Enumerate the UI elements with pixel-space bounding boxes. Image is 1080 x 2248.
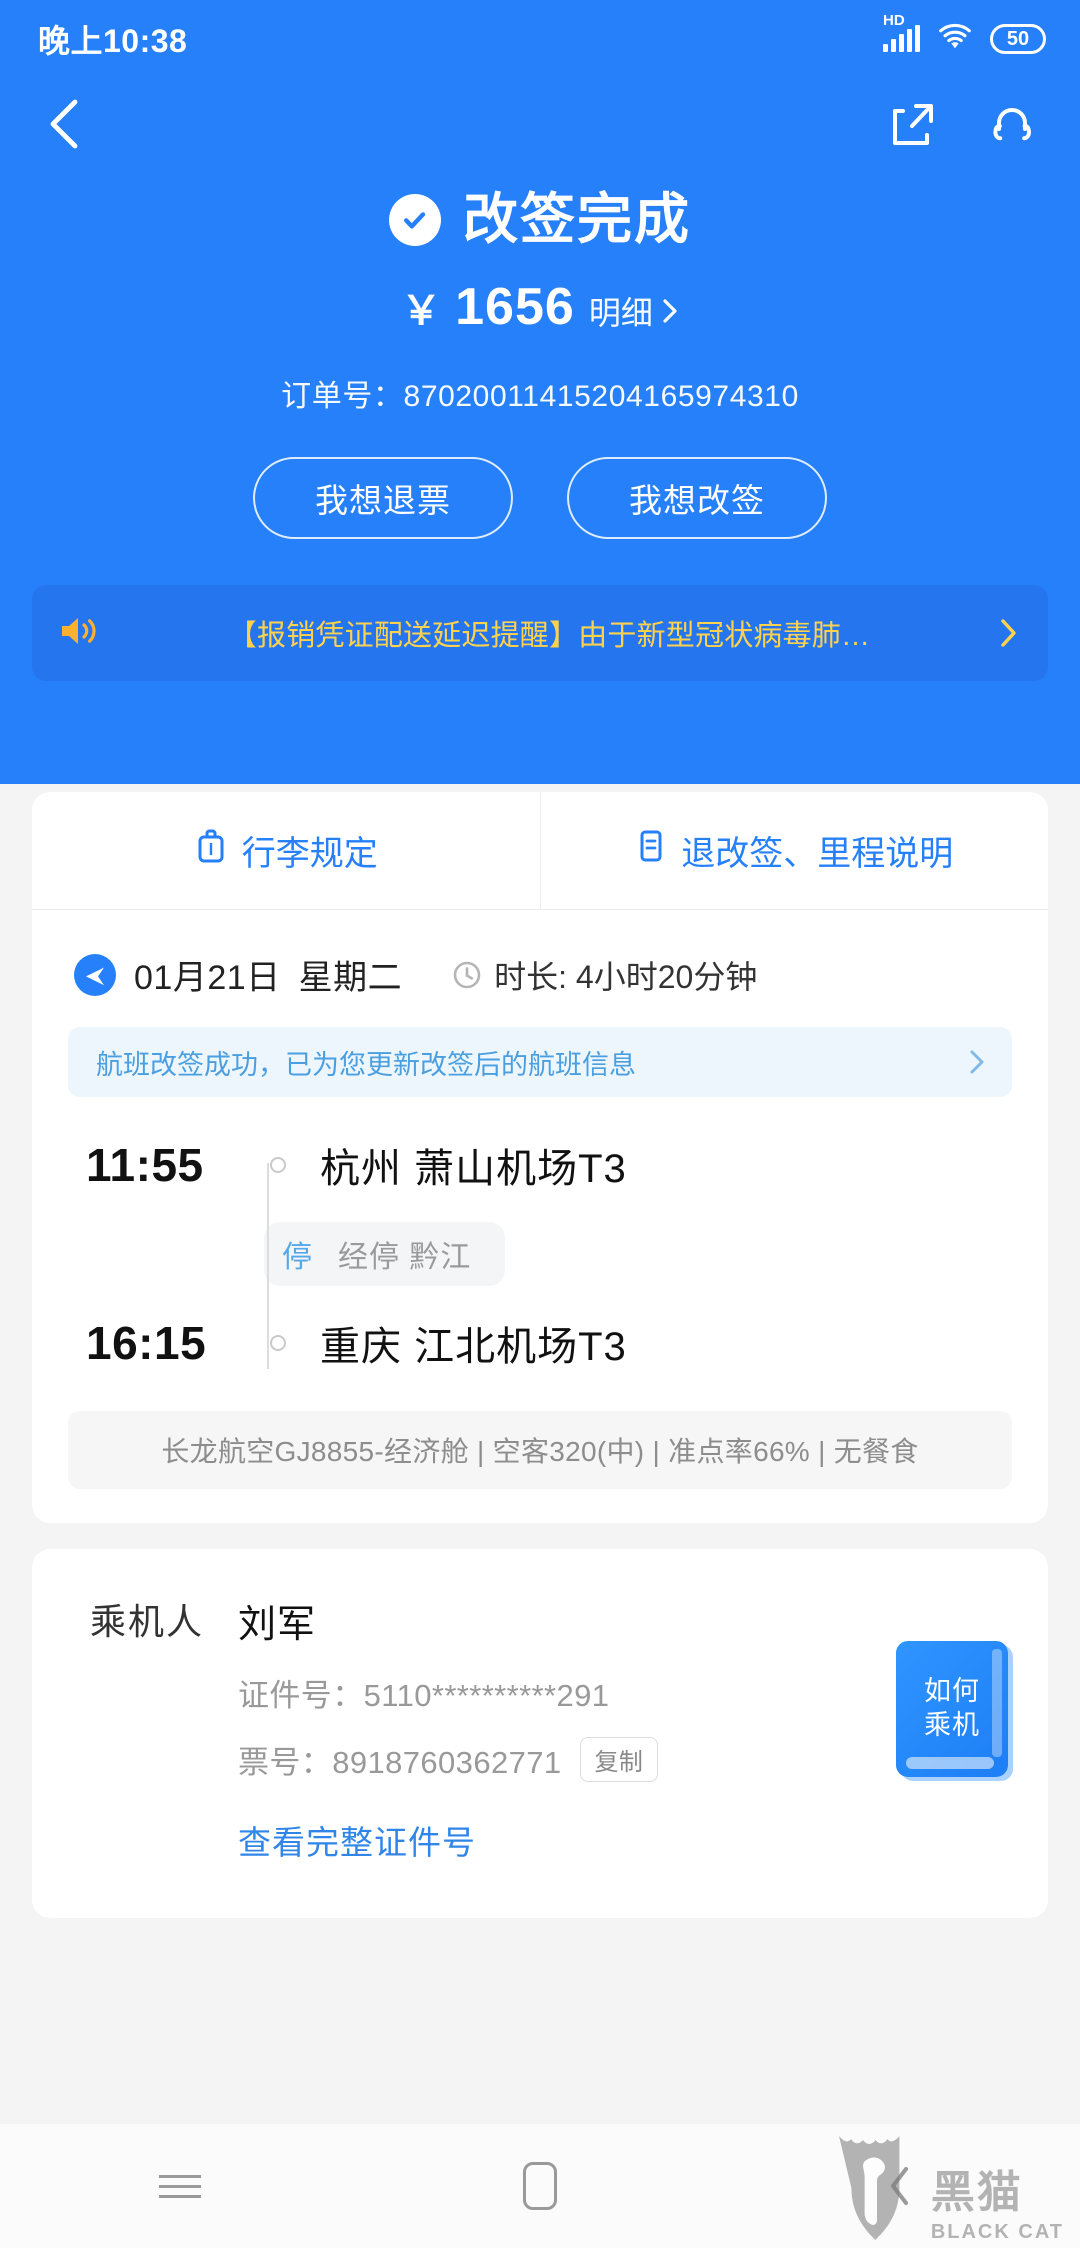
document-icon — [635, 827, 667, 874]
passenger-ticket-number: 票号：8918760362771 — [238, 1745, 562, 1780]
luggage-icon — [194, 827, 228, 874]
app-root: 晚上10:38 HD 50 改签完成 ￥ 1656 明细 订单号：8702001… — [0, 0, 1080, 2248]
arrive-time: 16:15 — [86, 1317, 207, 1369]
notice-banner-text: 【报销凭证配送延迟提醒】由于新型冠状病毒肺… — [227, 620, 871, 652]
stopover-chip: 停 经停 黔江 — [264, 1222, 506, 1286]
arrive-row: 16:15 重庆 江北机场T3 — [32, 1297, 1048, 1389]
tab-baggage-label: 行李规定 — [241, 835, 378, 873]
depart-airport: 萧山机场T3 — [414, 1147, 627, 1191]
chevron-right-icon — [1001, 619, 1016, 647]
flight-weekday: 星期二 — [298, 959, 403, 997]
tab-baggage-rules[interactable]: 行李规定 — [32, 792, 540, 909]
rebook-notice[interactable]: 航班改签成功，已为您更新改签后的航班信息 — [68, 1027, 1012, 1097]
status-icon-group: HD 50 — [883, 12, 1046, 56]
itinerary: 11:55 杭州 萧山机场T3 停 经停 黔江 16:15 重庆 江北机场T3 — [32, 1097, 1048, 1389]
currency-symbol: ￥ — [401, 289, 442, 333]
flight-card: 行李规定 退改签、里程说明 01月21日 星期二 时长: 4小时20分钟 航班改… — [32, 792, 1048, 1523]
battery-level: 50 — [1006, 27, 1030, 50]
refund-button[interactable]: 我想退票 — [253, 457, 513, 539]
stopover-text: 经停 黔江 — [338, 1241, 472, 1274]
hero-section: 改签完成 ￥ 1656 明细 订单号：870200114152041659743… — [0, 170, 1080, 681]
hd-label: HD — [883, 12, 905, 29]
passenger-id: 证件号：5110**********291 — [238, 1678, 610, 1713]
stopover-tag: 停 — [282, 1241, 312, 1274]
passenger-name: 刘军 — [238, 1604, 317, 1646]
passenger-card: 乘机人 刘军 证件号：5110**********291 票号：89187603… — [32, 1549, 1048, 1918]
flight-date-row: 01月21日 星期二 时长: 4小时20分钟 — [32, 910, 1048, 999]
view-full-id-link[interactable]: 查看完整证件号 — [238, 1816, 1048, 1864]
flight-duration-label: 时长: 4小时20分钟 — [494, 958, 758, 995]
arrive-airport: 江北机场T3 — [414, 1325, 627, 1369]
depart-city: 杭州 萧山机场T3 — [320, 1136, 627, 1194]
how-to-board-text: 如何 乘机 — [896, 1641, 1008, 1777]
price-detail-link[interactable]: 明细 — [589, 288, 679, 334]
status-bar: 晚上10:38 HD 50 — [0, 0, 1080, 78]
plane-icon — [74, 953, 116, 996]
passenger-label: 乘机人 — [90, 1601, 205, 1642]
notice-banner[interactable]: 【报销凭证配送延迟提醒】由于新型冠状病毒肺… — [32, 585, 1048, 681]
card-tabs: 行李规定 退改签、里程说明 — [32, 792, 1048, 910]
arrive-dot — [236, 1335, 320, 1351]
battery-icon: 50 — [990, 24, 1046, 54]
flight-meta: 长龙航空GJ8855-经济舱 | 空客320(中) | 准点率66% | 无餐食 — [68, 1411, 1012, 1489]
signal-bars-icon: HD — [883, 12, 920, 52]
support-button[interactable] — [984, 96, 1040, 152]
nav-bar — [0, 78, 1080, 170]
rebook-notice-text: 航班改签成功，已为您更新改签后的航班信息 — [96, 1049, 636, 1080]
chevron-right-icon — [663, 299, 677, 323]
order-number-label: 订单号： — [281, 380, 404, 413]
depart-row: 11:55 杭州 萧山机场T3 — [32, 1119, 1048, 1211]
watermark-en: BLACK CAT — [930, 2221, 1064, 2243]
content-sheet: 行李规定 退改签、里程说明 01月21日 星期二 时长: 4小时20分钟 航班改… — [0, 784, 1080, 2248]
copy-button[interactable]: 复制 — [579, 1737, 659, 1782]
depart-city-name: 杭州 — [320, 1147, 402, 1191]
tab-refund-label: 退改签、里程说明 — [681, 835, 954, 873]
hamburger-menu-icon — [159, 2168, 201, 2205]
speaker-icon — [58, 612, 100, 655]
watermark-cn: 黑猫 — [930, 2168, 1023, 2217]
price-amount: 1656 — [455, 278, 575, 336]
black-cat-logo-icon — [838, 2136, 900, 2240]
stopover-row: 停 经停 黔江 — [32, 1211, 1048, 1297]
system-nav-bar: 黑猫 BLACK CAT — [0, 2124, 1080, 2248]
page-title-row: 改签完成 — [0, 192, 1080, 247]
share-button[interactable] — [884, 96, 940, 152]
back-button[interactable] — [36, 96, 92, 152]
nav-home-button[interactable] — [360, 2162, 720, 2210]
tab-refund-rules[interactable]: 退改签、里程说明 — [539, 792, 1049, 909]
depart-time: 11:55 — [86, 1139, 204, 1191]
price-detail-label: 明细 — [588, 295, 653, 331]
order-number-row: 订单号：87020011415204165974310 — [0, 371, 1080, 415]
price-row: ￥ 1656 明细 — [0, 277, 1080, 337]
how-to-board-line1: 如何 — [924, 1676, 980, 1707]
status-time: 晚上10:38 — [38, 23, 188, 59]
flight-date: 01月21日 — [134, 959, 281, 997]
page-title: 改签完成 — [462, 188, 691, 250]
arrive-city-name: 重庆 — [320, 1325, 402, 1369]
wifi-icon — [936, 23, 974, 56]
home-icon — [523, 2162, 557, 2210]
clock-icon — [453, 961, 481, 988]
chevron-right-icon — [970, 1050, 984, 1074]
action-button-row: 我想退票 我想改签 — [0, 457, 1080, 539]
nav-actions — [884, 96, 1040, 152]
itinerary-line — [267, 1163, 269, 1369]
arrive-city: 重庆 江北机场T3 — [320, 1314, 627, 1372]
check-circle-icon — [388, 193, 441, 246]
flight-duration: 时长: 4小时20分钟 — [452, 952, 757, 998]
order-number-value: 87020011415204165974310 — [403, 380, 799, 413]
rebook-button[interactable]: 我想改签 — [567, 457, 827, 539]
how-to-board-widget[interactable]: 如何 乘机 — [896, 1641, 1008, 1777]
nav-menu-button[interactable] — [0, 2168, 360, 2205]
watermark: 黑猫 BLACK CAT — [831, 2132, 1064, 2244]
depart-dot — [236, 1157, 320, 1173]
how-to-board-line2: 乘机 — [924, 1710, 980, 1740]
watermark-text: 黑猫 BLACK CAT — [931, 2171, 1064, 2244]
